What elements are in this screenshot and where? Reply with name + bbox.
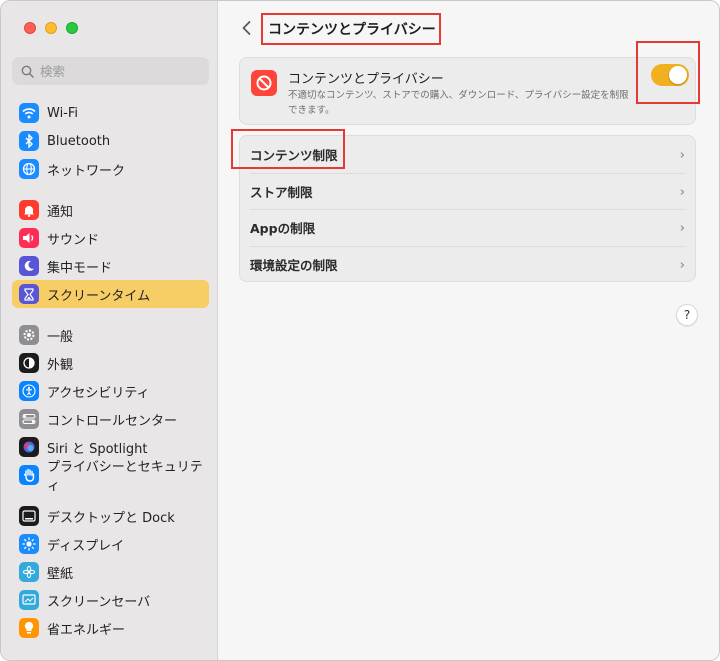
accessibility-icon: [19, 381, 39, 401]
privacy-setting-card: コンテンツとプライバシー 不適切なコンテンツ、ストアでの購入、ダウンロード、プラ…: [239, 57, 696, 125]
sidebar-item-screen-time[interactable]: スクリーンタイム: [12, 280, 209, 308]
sidebar-item-label: Bluetooth: [47, 133, 111, 149]
sidebar-item-label: 通知: [47, 204, 74, 220]
sidebar-item-label: 省エネルギー: [47, 622, 126, 638]
hand-icon: [19, 465, 39, 485]
sidebar-item-label: サウンド: [47, 232, 100, 248]
help-button[interactable]: ?: [676, 304, 698, 326]
content-pane: コンテンツとプライバシー コンテンツとプライバシー 不適切なコンテンツ、ストアで…: [219, 1, 719, 660]
sidebar-item-label: 壁紙: [47, 566, 74, 582]
sidebar-item-appearance[interactable]: 外観: [12, 349, 209, 377]
row-highlight-annotation: [231, 129, 345, 169]
toggle-knob: [669, 66, 687, 84]
minimize-window-button[interactable]: [45, 22, 57, 34]
search-input[interactable]: [40, 63, 190, 79]
sidebar-list: Wi-Fi Bluetooth ネットワーク 通知 サウンド 集中モード スクリ…: [12, 99, 209, 642]
sidebar-item-label: 一般: [47, 329, 74, 345]
screensaver-icon: [19, 590, 39, 610]
sidebar-item-privacy-security[interactable]: プライバシーとセキュリティ: [12, 460, 209, 494]
list-row-app-restrictions[interactable]: Appの制限 ›: [240, 209, 695, 246]
sun-icon: [19, 534, 39, 554]
sidebar-item-label: スクリーンセーバ: [47, 594, 151, 610]
page-title: コンテンツとプライバシー: [268, 22, 436, 38]
sidebar-item-sound[interactable]: サウンド: [12, 224, 209, 252]
list-row-preferences-restrictions[interactable]: 環境設定の制限 ›: [240, 246, 695, 283]
dock-icon: [19, 506, 39, 526]
sidebar-item-desktop-dock[interactable]: デスクトップと Dock: [12, 502, 209, 530]
bulb-icon: [19, 618, 39, 638]
sidebar-item-general[interactable]: 一般: [12, 321, 209, 349]
sidebar-item-energy-saver[interactable]: 省エネルギー: [12, 614, 209, 642]
chevron-left-icon: [242, 21, 251, 35]
search-field[interactable]: [12, 57, 209, 85]
sidebar-item-label: 外観: [47, 357, 74, 373]
search-icon: [21, 65, 34, 78]
zoom-window-button[interactable]: [66, 22, 78, 34]
chevron-right-icon: ›: [679, 258, 685, 273]
sidebar-item-control-center[interactable]: コントロールセンター: [12, 405, 209, 433]
title-highlight-annotation: コンテンツとプライバシー: [261, 13, 441, 45]
settings-window: Wi-Fi Bluetooth ネットワーク 通知: [0, 0, 720, 661]
sidebar-item-label: Siri と Spotlight: [47, 441, 148, 457]
sidebar-item-focus[interactable]: 集中モード: [12, 252, 209, 280]
appearance-icon: [19, 353, 39, 373]
sidebar-item-label: ディスプレイ: [47, 538, 125, 554]
sidebar-item-wallpaper[interactable]: 壁紙: [12, 558, 209, 586]
sidebar-item-label: Wi-Fi: [47, 105, 79, 121]
sidebar-item-label: スクリーンタイム: [47, 288, 151, 304]
close-window-button[interactable]: [24, 22, 36, 34]
setting-title: コンテンツとプライバシー: [288, 72, 444, 87]
moon-icon: [19, 256, 39, 276]
wifi-icon: [19, 103, 39, 123]
sidebar: Wi-Fi Bluetooth ネットワーク 通知: [1, 1, 218, 660]
toggle-highlight-annotation: [636, 41, 700, 104]
sidebar-item-label: コントロールセンター: [47, 413, 178, 429]
chevron-right-icon: ›: [679, 148, 685, 163]
sidebar-item-label: デスクトップと Dock: [47, 510, 175, 526]
control-center-icon: [19, 409, 39, 429]
bluetooth-icon: [19, 131, 39, 151]
siri-icon: [19, 437, 39, 457]
gear-icon: [19, 325, 39, 345]
setting-description: 不適切なコンテンツ、ストアでの購入、ダウンロード、プライバシー設定を制限できます…: [288, 90, 629, 116]
chevron-right-icon: ›: [679, 185, 685, 200]
list-row-store-restrictions[interactable]: ストア制限 ›: [240, 173, 695, 210]
speaker-icon: [19, 228, 39, 248]
sidebar-item-label: 集中モード: [47, 260, 113, 276]
restriction-icon: [251, 70, 277, 96]
bell-icon: [19, 200, 39, 220]
sidebar-item-accessibility[interactable]: アクセシビリティ: [12, 377, 209, 405]
privacy-toggle[interactable]: [651, 64, 689, 86]
row-label: Appの制限: [250, 221, 316, 236]
back-button[interactable]: [237, 18, 257, 38]
wallpaper-icon: [19, 562, 39, 582]
sidebar-item-label: アクセシビリティ: [47, 385, 150, 401]
chevron-right-icon: ›: [679, 221, 685, 236]
row-label: 環境設定の制限: [250, 258, 338, 273]
sidebar-item-displays[interactable]: ディスプレイ: [12, 530, 209, 558]
sidebar-item-notifications[interactable]: 通知: [12, 196, 209, 224]
row-label: ストア制限: [250, 185, 313, 200]
sidebar-item-bluetooth[interactable]: Bluetooth: [12, 127, 209, 155]
sidebar-item-label: ネットワーク: [47, 163, 126, 179]
globe-icon: [19, 159, 39, 179]
window-controls: [24, 22, 78, 34]
sidebar-item-wifi[interactable]: Wi-Fi: [12, 99, 209, 127]
hourglass-icon: [19, 284, 39, 304]
sidebar-item-screen-saver[interactable]: スクリーンセーバ: [12, 586, 209, 614]
sidebar-item-network[interactable]: ネットワーク: [12, 155, 209, 183]
sidebar-item-label: プライバシーとセキュリティ: [47, 460, 203, 494]
